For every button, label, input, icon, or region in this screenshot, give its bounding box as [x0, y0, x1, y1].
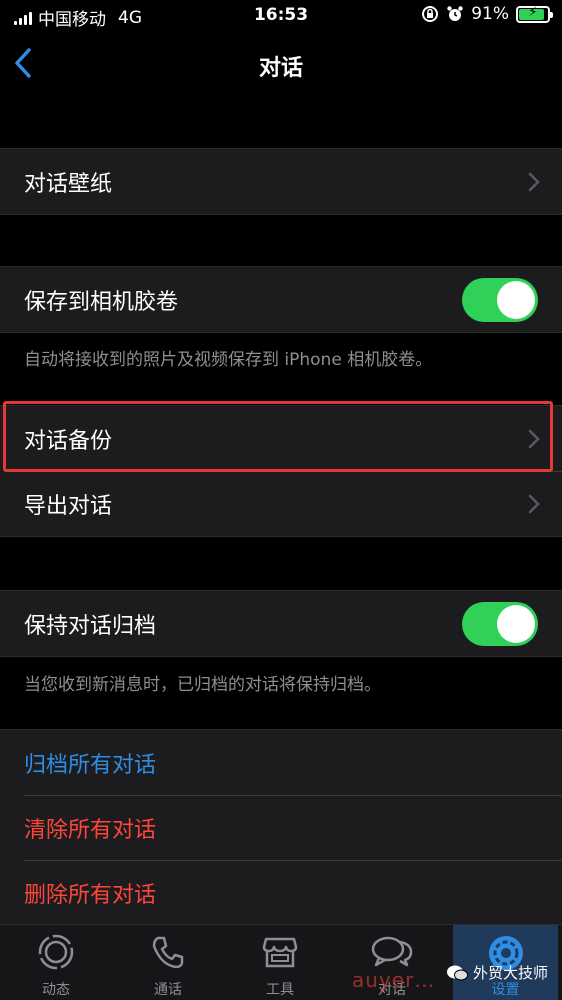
keep-archived-toggle[interactable]	[462, 601, 538, 646]
wallpaper-label: 对话壁纸	[24, 171, 113, 197]
status-right: 91% ⚡	[421, 4, 553, 24]
status-icon	[38, 934, 74, 970]
chat-backup-row[interactable]: 对话备份	[0, 406, 562, 471]
watermark-logo: auyer…	[352, 968, 436, 992]
clear-all-button[interactable]: 清除所有对话	[24, 812, 156, 844]
keep-archived-label: 保持对话归档	[24, 613, 157, 639]
tab-label: 动态	[42, 982, 70, 998]
archive-all-button[interactable]: 归档所有对话	[24, 747, 156, 779]
tab-label: 通话	[154, 982, 182, 998]
save-camera-roll-label: 保存到相机胶卷	[24, 289, 179, 315]
page-title: 对话	[258, 56, 303, 81]
toggle-knob	[497, 604, 535, 643]
rotation-lock-icon	[422, 6, 439, 22]
store-icon	[262, 937, 298, 968]
tab-label: 工具	[266, 982, 294, 998]
chevron-right-icon	[528, 429, 540, 448]
phone-icon	[152, 936, 184, 969]
save-camera-roll-row: 保存到相机胶卷	[0, 267, 562, 332]
chevron-right-icon	[528, 494, 540, 513]
backup-export-group: 对话备份 导出对话	[0, 405, 562, 537]
save-camera-roll-group: 保存到相机胶卷	[0, 266, 562, 333]
bulk-actions-group: 归档所有对话 清除所有对话 删除所有对话	[0, 729, 562, 926]
delete-all-button[interactable]: 删除所有对话	[24, 877, 156, 909]
chat-bubbles-icon	[371, 936, 413, 967]
save-camera-roll-toggle[interactable]	[462, 277, 538, 322]
save-camera-roll-note: 自动将接收到的照片及视频保存到 iPhone 相机胶卷。	[24, 350, 433, 370]
alarm-icon	[447, 6, 463, 21]
clear-all-row[interactable]: 清除所有对话	[0, 795, 562, 860]
navigation-bar: 对话	[0, 32, 562, 96]
wallpaper-group: 对话壁纸	[0, 148, 562, 215]
chevron-right-icon	[528, 172, 540, 191]
toggle-knob	[497, 280, 535, 319]
status-bar: 中国移动 4G 16:53 91% ⚡	[0, 0, 562, 32]
tab-status[interactable]: 动态	[0, 925, 112, 1000]
keep-archived-note: 当您收到新消息时，已归档的对话将保持归档。	[24, 675, 381, 695]
chat-backup-label: 对话备份	[24, 428, 113, 454]
keep-archived-row: 保持对话归档	[0, 591, 562, 656]
export-chat-label: 导出对话	[24, 493, 113, 519]
export-chat-row[interactable]: 导出对话	[0, 471, 562, 536]
watermark: 外贸大技师	[446, 962, 548, 983]
delete-all-row[interactable]: 删除所有对话	[0, 860, 562, 925]
tab-tools[interactable]: 工具	[224, 925, 336, 1000]
wechat-official-account-icon	[446, 965, 468, 980]
battery-icon: ⚡	[516, 5, 553, 23]
watermark-text: 外贸大技师	[472, 964, 548, 982]
wallpaper-row[interactable]: 对话壁纸	[0, 149, 562, 214]
battery-percent: 91%	[471, 4, 509, 24]
archive-all-row[interactable]: 归档所有对话	[0, 730, 562, 795]
tab-calls[interactable]: 通话	[112, 925, 224, 1000]
keep-archived-group: 保持对话归档	[0, 590, 562, 657]
